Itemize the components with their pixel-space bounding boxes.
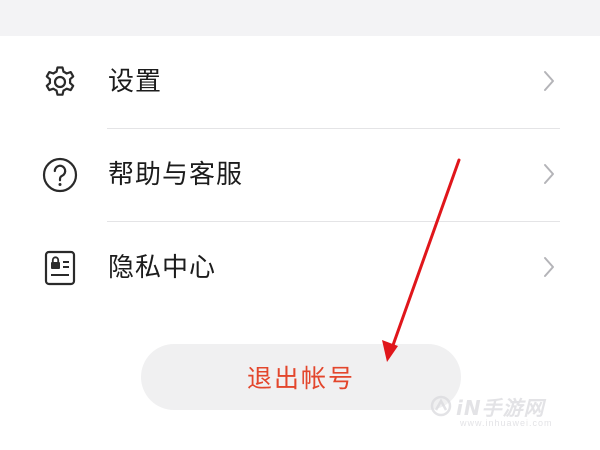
gear-icon [41, 63, 79, 101]
menu-item-settings[interactable]: 设置 [0, 36, 600, 129]
watermark-logo-icon [430, 395, 452, 417]
menu-item-label: 帮助与客服 [108, 160, 244, 190]
chevron-right-icon [540, 254, 558, 280]
privacy-lock-card-icon [41, 249, 79, 287]
chevron-right-icon [540, 68, 558, 94]
menu-item-label: 隐私中心 [108, 253, 217, 283]
top-gap [0, 0, 600, 36]
menu-item-privacy-center[interactable]: 隐私中心 [0, 222, 600, 315]
watermark-url: www.inhuawei.com [460, 418, 553, 428]
logout-button[interactable]: 退出帐号 [141, 344, 461, 410]
menu-item-label: 设置 [108, 67, 163, 97]
help-circle-icon [41, 156, 79, 194]
chevron-right-icon [540, 161, 558, 187]
watermark-text: iN手游网 [456, 395, 545, 420]
menu-item-help-service[interactable]: 帮助与客服 [0, 129, 600, 222]
settings-menu: 设置 帮助与客服 隐私中心 [0, 36, 600, 315]
